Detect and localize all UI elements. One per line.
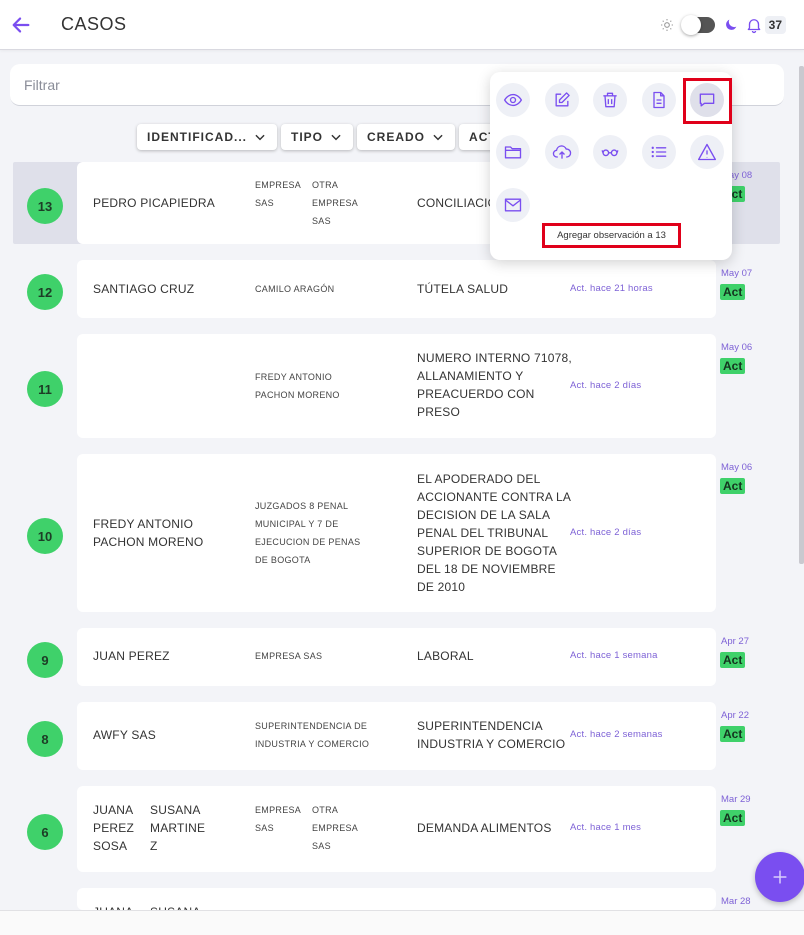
- delete-button[interactable]: [593, 83, 627, 117]
- row-name: SANTIAGO CRUZ: [93, 282, 195, 296]
- warning-button[interactable]: [690, 135, 724, 169]
- upload-button[interactable]: [545, 135, 579, 169]
- glasses-icon: [601, 149, 619, 157]
- row-party: EMPRESA SAS: [255, 651, 323, 661]
- sort-label: TIPO: [291, 130, 324, 144]
- row-party: CAMILO ARAGÓN: [255, 284, 335, 294]
- row-date: Apr 27: [721, 636, 749, 647]
- back-arrow-icon[interactable]: [10, 14, 32, 36]
- plus-icon: [773, 870, 787, 884]
- add-case-button[interactable]: [755, 852, 804, 902]
- row-name-a: JUANA PEREZ SOSA: [93, 803, 135, 853]
- scrollbar[interactable]: [799, 66, 804, 564]
- document-button[interactable]: [642, 83, 676, 117]
- row-date: May 07: [721, 268, 753, 279]
- row-date: Mar 28: [721, 896, 751, 907]
- row-updated: Act. hace 2 días: [570, 380, 642, 391]
- tooltip: Agregar observación a 13: [542, 223, 681, 248]
- sort-identificador[interactable]: IDENTIFICAD...: [137, 124, 277, 150]
- row-name-b: SUSANA MARTINE Z: [150, 803, 206, 853]
- row-description: EL APODERADO DEL ACCIONANTE CONTRA LA DECI…: [417, 472, 572, 594]
- glasses-button[interactable]: [593, 135, 627, 169]
- chevron-down-icon: [331, 134, 341, 141]
- row-party-a: EMPRESA SAS: [255, 805, 302, 833]
- row-name-a: JUANA: [93, 903, 133, 910]
- row-number: 8: [27, 721, 63, 757]
- header-controls: 37: [659, 12, 786, 38]
- row-number: 10: [27, 518, 63, 554]
- moon-icon: [725, 19, 736, 30]
- row-description: NUMERO INTERNO 71078, ALLANAMIENTO Y PREAC…: [417, 351, 572, 419]
- sort-label: CREADO: [367, 130, 426, 144]
- mail-icon: [504, 198, 522, 212]
- status-badge: Act: [720, 726, 746, 742]
- folder-button[interactable]: [496, 135, 530, 169]
- row-date: May 06: [721, 342, 753, 353]
- status-badge: Act: [720, 284, 746, 300]
- email-button[interactable]: [496, 188, 530, 222]
- row-number: 6: [27, 814, 63, 850]
- page-title: CASOS: [61, 14, 127, 34]
- row-number: 9: [27, 642, 63, 678]
- row-description: TÚTELA SALUD: [417, 282, 509, 296]
- row-party-b: OTRA EMPRESA SAS: [312, 805, 359, 851]
- row-date: Mar 29: [721, 794, 751, 805]
- toggle-knob: [680, 15, 701, 35]
- row-updated: Act. hace 1 mes: [570, 822, 642, 833]
- row-name-b: SUSANA: [150, 903, 201, 910]
- sort-tipo[interactable]: TIPO: [281, 124, 354, 150]
- row-name: JUAN PEREZ: [93, 649, 170, 663]
- top-bar: CASOS 37: [0, 0, 804, 50]
- row-name: PEDRO PICAPIEDRA: [93, 196, 215, 210]
- row-number: 11: [27, 371, 63, 407]
- row-name: AWFY SAS: [93, 728, 156, 742]
- highlight-box: [683, 78, 732, 124]
- folder-icon: [504, 146, 522, 159]
- document-icon: [653, 91, 665, 109]
- row-party: SUPERINTENDENCIA DE INDUSTRIA Y COMERCIO: [255, 721, 370, 749]
- status-badge: Act: [720, 810, 746, 826]
- warning-icon: [698, 143, 716, 161]
- theme-toggle[interactable]: [680, 15, 715, 35]
- row-date: Apr 22: [721, 710, 749, 721]
- eye-icon: [503, 93, 523, 107]
- view-button[interactable]: [496, 83, 530, 117]
- upload-cloud-icon: [552, 145, 572, 159]
- chevron-down-icon: [433, 134, 443, 141]
- sort-bar: IDENTIFICAD... TIPO CREADO ACTUA: [137, 124, 527, 150]
- chevron-down-icon: [255, 134, 265, 141]
- row-party-a: EMPRESA SAS: [255, 180, 302, 208]
- edit-button[interactable]: [545, 83, 579, 117]
- sort-creado[interactable]: CREADO: [357, 124, 456, 150]
- sort-label: IDENTIFICAD...: [147, 130, 247, 144]
- status-badge: Act: [720, 478, 746, 494]
- row-description: SUPERINTENDENCIA INDUSTRIA Y COMERCIO: [417, 719, 566, 751]
- row-number: 12: [27, 274, 63, 310]
- row-updated: Act. hace 21 horas: [570, 283, 653, 294]
- trash-icon: [603, 92, 617, 108]
- bottom-bar: [0, 910, 804, 935]
- edit-icon: [555, 92, 570, 107]
- row-name: FREDY ANTONIO PACHON MORENO: [93, 517, 204, 549]
- bell-icon[interactable]: [745, 16, 763, 34]
- row-date: May 06: [721, 462, 753, 473]
- row-updated: Act. hace 2 semanas: [570, 729, 663, 740]
- row-updated: Act. hace 1 semana: [570, 650, 658, 661]
- row-party-b: OTRA EMPRESA SAS: [312, 180, 359, 226]
- status-badge: Act: [720, 358, 746, 374]
- row-description: DEMANDA ALIMENTOS: [417, 821, 552, 835]
- list-button[interactable]: [642, 135, 676, 169]
- row-description: LABORAL: [417, 649, 474, 663]
- row-description: CONCILIACIÓ: [417, 196, 498, 210]
- row-updated: Act. hace 2 días: [570, 527, 642, 538]
- status-badge: Act: [720, 652, 746, 668]
- row-party: FREDY ANTONIO PACHON MORENO: [255, 372, 340, 400]
- list-icon: [651, 146, 667, 158]
- sun-icon: [660, 19, 673, 31]
- row-party: JUZGADOS 8 PENAL MUNICIPAL Y 7 DE EJECUCIO…: [255, 501, 361, 565]
- notification-count: 37: [764, 16, 786, 34]
- row-number: 13: [27, 188, 63, 224]
